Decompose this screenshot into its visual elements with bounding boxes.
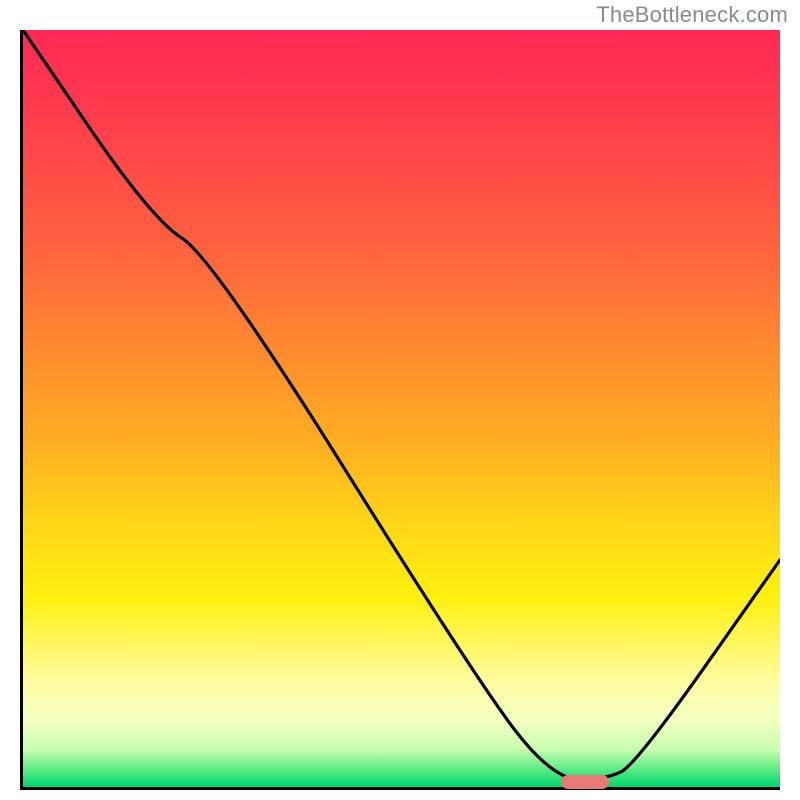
curve-path: [23, 30, 780, 779]
plot-area: [20, 30, 780, 790]
chart-container: TheBottleneck.com: [0, 0, 800, 800]
attribution-text: TheBottleneck.com: [596, 2, 788, 28]
bottleneck-curve: [23, 30, 780, 787]
optimal-point-marker: [561, 775, 609, 789]
